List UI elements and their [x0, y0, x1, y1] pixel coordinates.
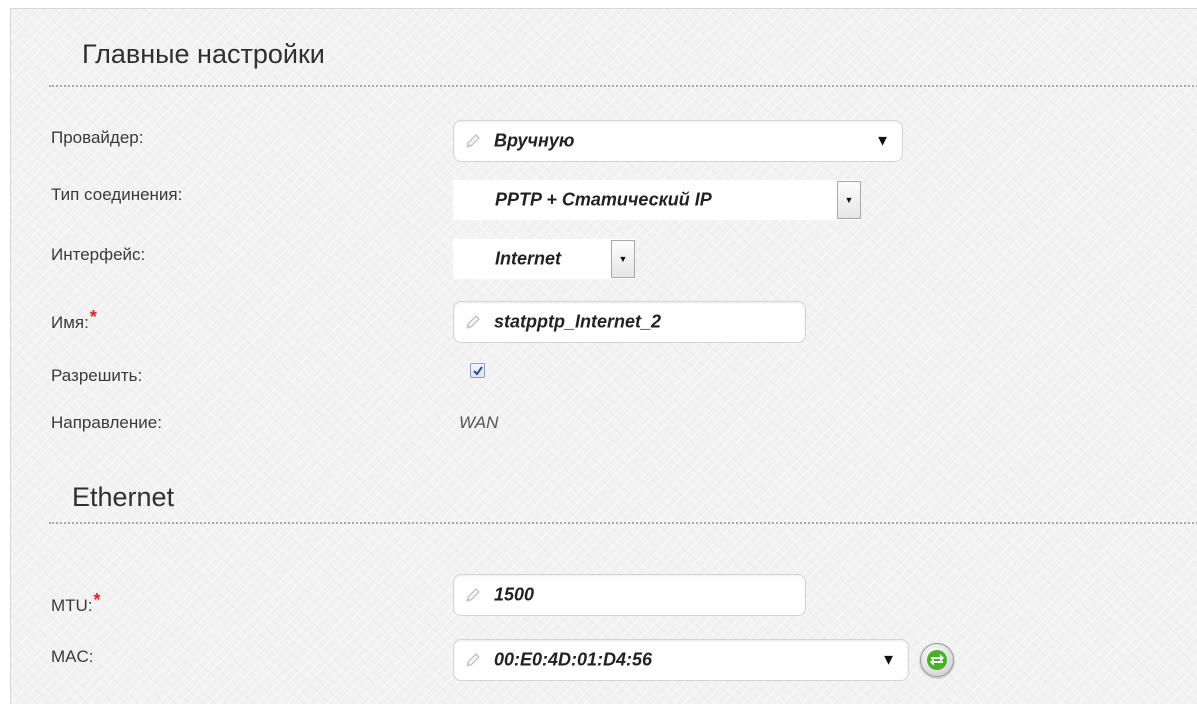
- interface-value: Internet: [495, 248, 562, 269]
- chevron-down-icon: ▼: [875, 132, 890, 150]
- mac-value: 00:E0:4D:01:D4:56: [494, 649, 653, 670]
- pencil-icon: [466, 588, 480, 602]
- interface-label: Интерфейс:: [51, 245, 146, 264]
- direction-value: WAN: [459, 413, 499, 432]
- provider-select[interactable]: Вручную ▼: [453, 120, 903, 162]
- mtu-label-text: MTU:: [51, 596, 93, 615]
- mtu-input[interactable]: 1500: [453, 574, 806, 616]
- pencil-icon: [466, 315, 480, 329]
- name-label-text: Имя:: [51, 313, 89, 332]
- required-marker: *: [89, 307, 97, 327]
- provider-label: Провайдер:: [51, 128, 144, 147]
- direction-label: Направление:: [51, 413, 162, 432]
- connection-type-value: PPTP + Статический IP: [495, 189, 712, 210]
- connection-type-label: Тип соединения:: [51, 185, 183, 204]
- section-title-main: Главные настройки: [82, 39, 325, 69]
- section-title-ethernet: Ethernet: [72, 482, 175, 512]
- refresh-arrows-icon: [927, 650, 947, 670]
- checkmark-icon: [473, 366, 483, 376]
- interface-select[interactable]: Internet ▼: [453, 239, 635, 279]
- chevron-down-icon[interactable]: ▼: [611, 240, 635, 278]
- section-divider-main: [49, 85, 1197, 87]
- section-divider-ethernet: [49, 522, 1197, 524]
- chevron-down-icon: ▼: [881, 651, 896, 669]
- enable-label: Разрешить:: [51, 366, 143, 385]
- mac-select[interactable]: 00:E0:4D:01:D4:56 ▼: [453, 639, 909, 681]
- enable-checkbox[interactable]: [470, 363, 485, 378]
- mtu-value: 1500: [494, 584, 535, 605]
- refresh-mac-button[interactable]: [920, 643, 954, 677]
- pencil-icon: [466, 134, 480, 148]
- chevron-down-icon[interactable]: ▼: [837, 181, 861, 219]
- pencil-icon: [466, 653, 480, 667]
- provider-value: Вручную: [494, 130, 575, 151]
- name-value: statpptp_Internet_2: [494, 311, 662, 332]
- connection-type-select[interactable]: PPTP + Статический IP ▼: [453, 180, 861, 220]
- mtu-label: MTU:*: [51, 590, 101, 616]
- settings-panel: Главные настройки Провайдер: Вручную ▼ Т…: [10, 8, 1197, 704]
- required-marker: *: [93, 590, 101, 610]
- mac-label: MAC:: [51, 647, 94, 666]
- name-label: Имя:*: [51, 307, 97, 333]
- name-input[interactable]: statpptp_Internet_2: [453, 301, 806, 343]
